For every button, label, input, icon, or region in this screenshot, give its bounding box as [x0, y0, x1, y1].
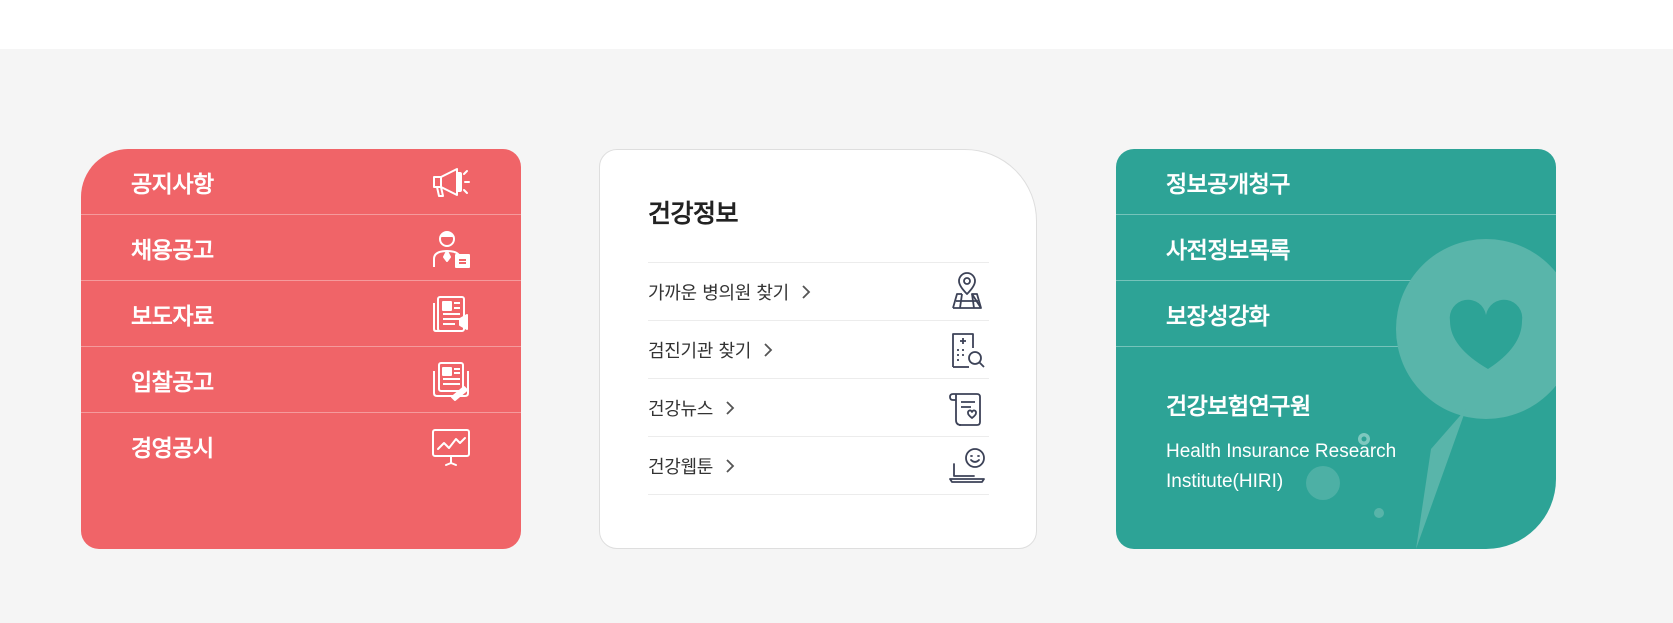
link-label: 건강웹툰: [648, 456, 714, 478]
card-title: 건강정보: [648, 199, 739, 228]
menu-item-press[interactable]: 보도자료: [81, 281, 521, 347]
press-release-icon: [429, 292, 473, 336]
health-info-list: 가까운 병의원 찾기 검진기관 찾기 건강뉴스 건강웹툰: [648, 262, 989, 495]
menu-item-recruit[interactable]: 채용공고: [81, 215, 521, 281]
chevron-right-icon: [725, 400, 739, 415]
link-label: 건강뉴스: [648, 398, 714, 420]
menu-item-management[interactable]: 경영공시: [81, 413, 521, 479]
health-info-card: 건강정보 가까운 병의원 찾기 검진기관 찾기 건강뉴스 건강웹툰: [599, 149, 1037, 549]
top-band: [0, 0, 1673, 49]
menu-item-label: 채용공고: [131, 237, 214, 264]
research-institute-link[interactable]: 건강보험연구원 Health Insurance Research Instit…: [1166, 387, 1426, 497]
bid-document-icon: [429, 358, 473, 402]
link-find-hospital[interactable]: 가까운 병의원 찾기: [648, 263, 989, 321]
link-label: 검진기관 찾기: [648, 340, 751, 362]
map-pin-icon: [945, 270, 989, 314]
link-label: 가까운 병의원 찾기: [648, 282, 789, 304]
chevron-right-icon: [801, 284, 815, 299]
menu-item-label: 보도자료: [131, 303, 214, 330]
notice-menu-card: 공지사항 채용공고 보도자료 입찰공고 경영공시: [81, 149, 521, 549]
chevron-right-icon: [725, 458, 739, 473]
news-scroll-icon: [945, 386, 989, 430]
link-find-checkup[interactable]: 검진기관 찾기: [648, 321, 989, 379]
presentation-chart-icon: [429, 424, 473, 468]
link-health-webtoon[interactable]: 건강웹툰: [648, 437, 989, 495]
link-health-news[interactable]: 건강뉴스: [648, 379, 989, 437]
menu-item-label: 경영공시: [131, 436, 214, 462]
laptop-smile-icon: [945, 444, 989, 488]
menu-item-bid[interactable]: 입찰공고: [81, 347, 521, 413]
public-info-card: 정보공개청구 사전정보목록 보장성강화 건강보험연구원 Health Insur…: [1116, 149, 1556, 549]
hospital-search-icon: [945, 328, 989, 372]
recruit-person-icon: [429, 226, 473, 270]
menu-item-notice[interactable]: 공지사항: [81, 149, 521, 215]
menu-item-label: 입찰공고: [131, 369, 214, 396]
menu-item-label: 공지사항: [131, 171, 214, 198]
research-institute-title: 건강보험연구원: [1166, 394, 1311, 420]
research-institute-subtitle: Health Insurance Research Institute(HIRI…: [1166, 441, 1397, 492]
megaphone-icon: [429, 160, 473, 204]
chevron-right-icon: [763, 342, 777, 357]
